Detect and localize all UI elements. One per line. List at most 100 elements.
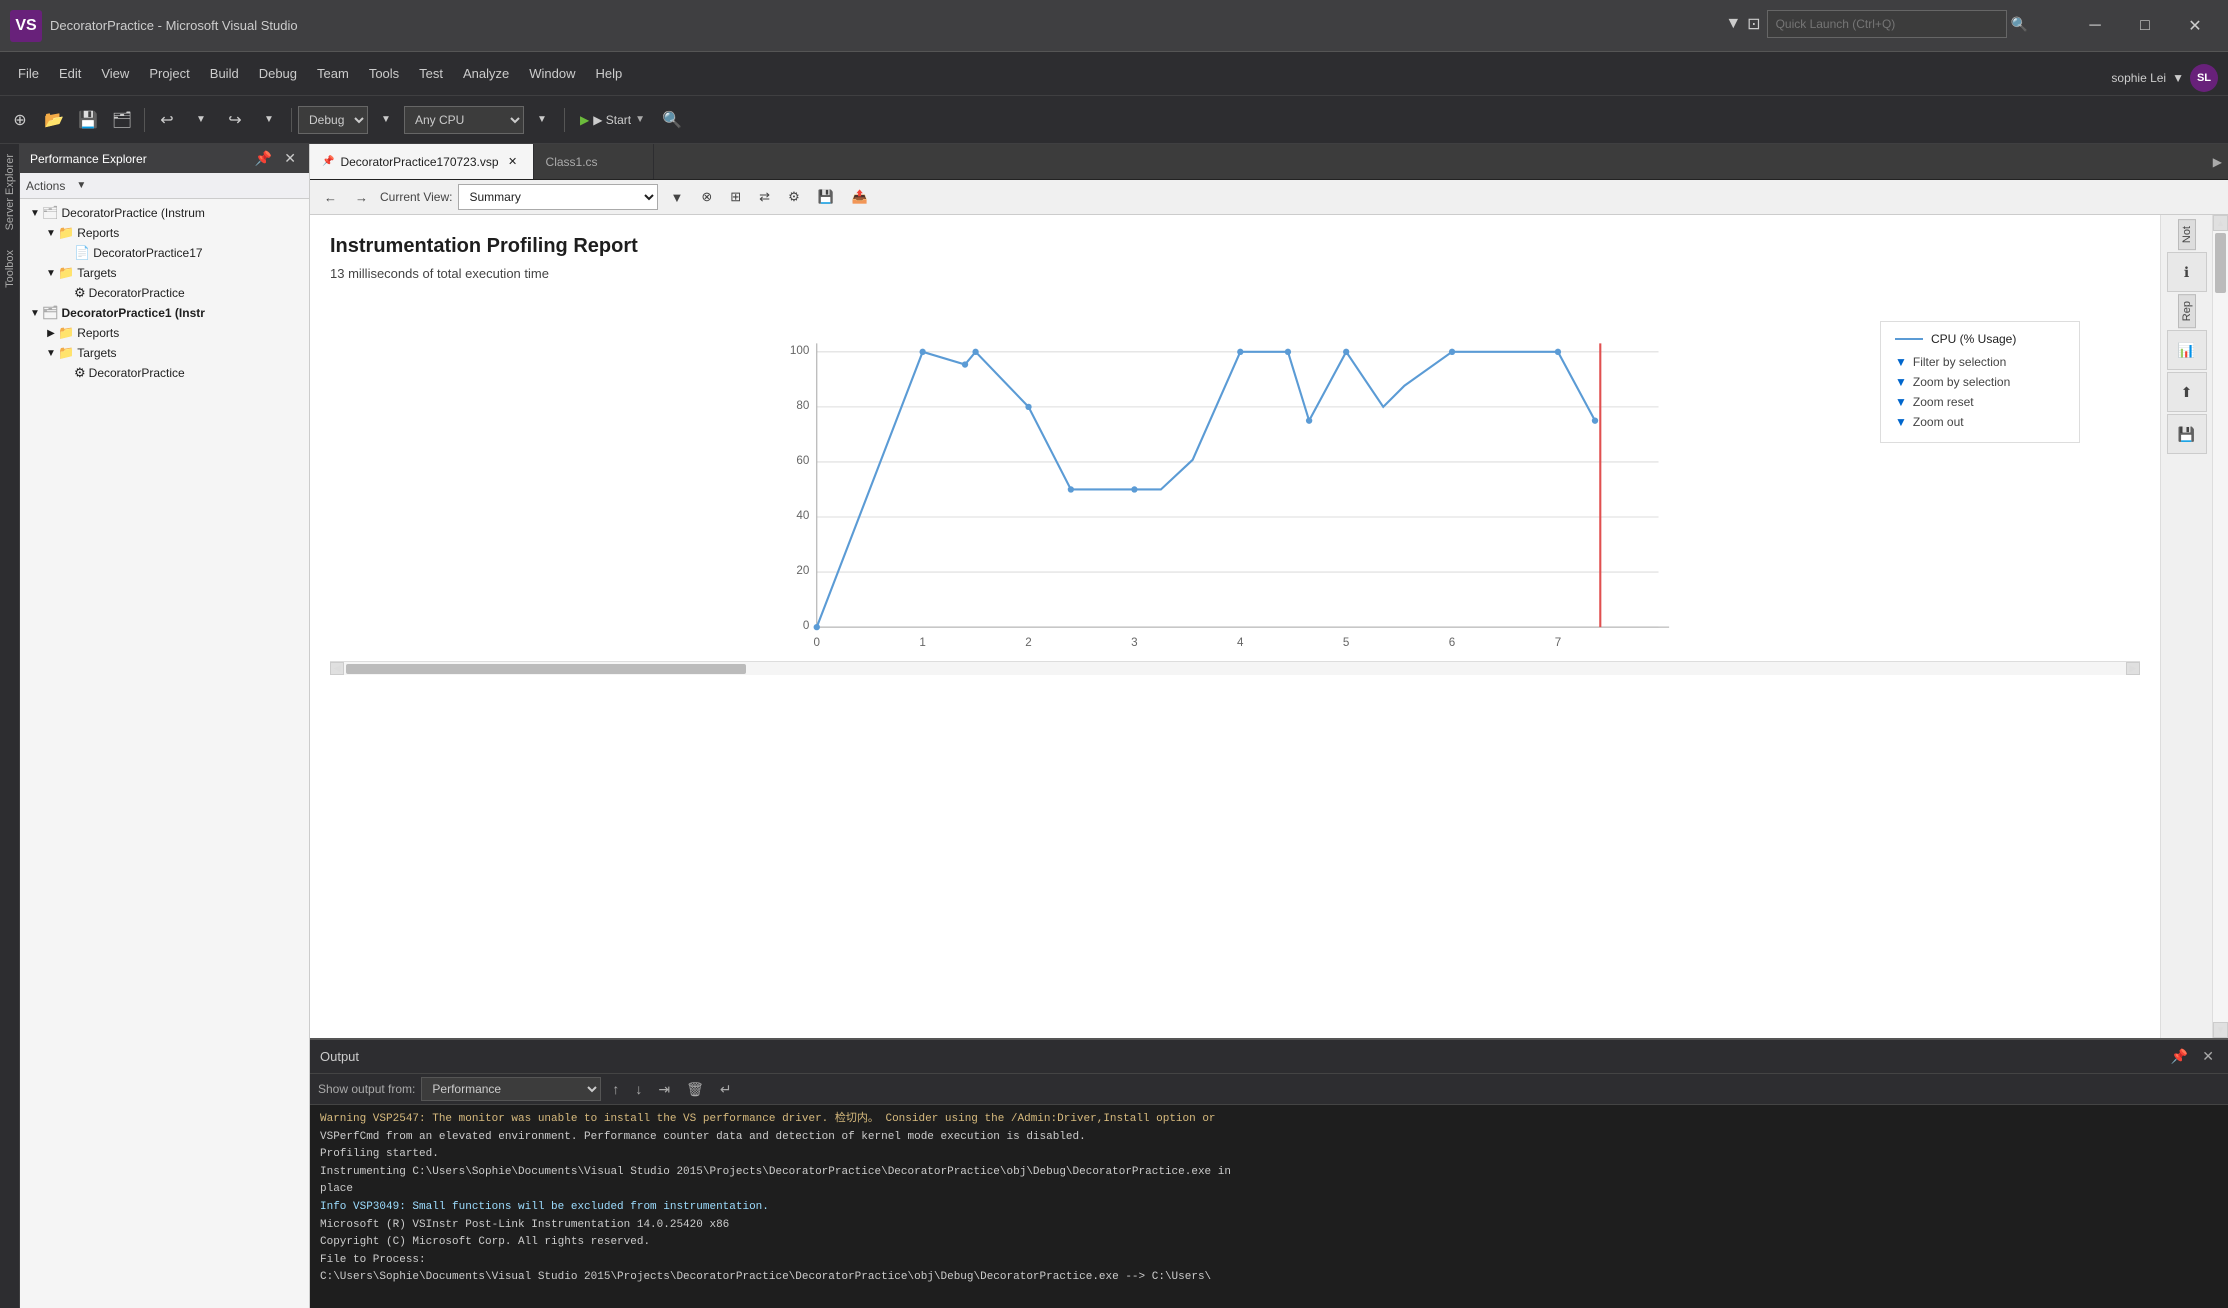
new-project-button[interactable]: ⊕ xyxy=(4,104,36,136)
debug-mode-dropdown[interactable]: ▼ xyxy=(370,104,402,136)
output-panel: Output 📌 ✕ Show output from: Performance… xyxy=(310,1038,2228,1308)
zoom-out-action[interactable]: ▼ Zoom out xyxy=(1895,412,2065,432)
zoom-by-selection-action[interactable]: ▼ Zoom by selection xyxy=(1895,372,2065,392)
report-back-button[interactable]: ← xyxy=(318,186,343,209)
output-source-select[interactable]: Performance Build Debug xyxy=(421,1077,601,1101)
menu-project[interactable]: Project xyxy=(139,60,199,87)
debug-mode-select[interactable]: Debug xyxy=(298,106,368,134)
platform-dropdown[interactable]: ▼ xyxy=(526,104,558,136)
filter-compare-button[interactable]: ⇄ xyxy=(753,185,776,209)
menu-build[interactable]: Build xyxy=(200,60,249,87)
report-forward-button[interactable]: → xyxy=(349,186,374,209)
output-pin-button[interactable]: 📌 xyxy=(2167,1046,2192,1067)
h-scroll-thumb[interactable] xyxy=(346,664,746,674)
perf-explorer-pin-button[interactable]: 📌 xyxy=(252,150,275,167)
menu-tools[interactable]: Tools xyxy=(359,60,409,87)
scroll-up-arrow[interactable]: ▲ xyxy=(2213,215,2228,231)
tab-scroll-right[interactable]: ▶ xyxy=(2207,144,2228,179)
output-close-button[interactable]: ✕ xyxy=(2198,1046,2218,1067)
menu-debug[interactable]: Debug xyxy=(249,60,307,87)
start-button[interactable]: ▶ ▶ Start ▼ xyxy=(571,108,654,132)
expand-icon[interactable]: ▼ xyxy=(28,208,42,219)
tree-item-targets-2[interactable]: ▼ 📁 Targets xyxy=(20,343,309,363)
undo-button[interactable]: ↩ xyxy=(151,104,183,136)
tree-item-decorator-practice-2[interactable]: ▼ 🗂 DecoratorPractice1 (Instr xyxy=(20,303,309,323)
filter-by-selection-action[interactable]: ▼ Filter by selection xyxy=(1895,352,2065,372)
toolbox-tab[interactable]: Toolbox xyxy=(1,240,19,298)
platform-select[interactable]: Any CPU xyxy=(404,106,524,134)
expand-icon[interactable]: ▶ xyxy=(44,328,58,339)
menu-view[interactable]: View xyxy=(91,60,139,87)
actions-dropdown-btn[interactable]: ▼ xyxy=(71,177,91,194)
redo-button[interactable]: ↪ xyxy=(219,104,251,136)
zoom-reset-action[interactable]: ▼ Zoom reset xyxy=(1895,392,2065,412)
performance-explorer-title: Performance Explorer xyxy=(30,152,147,166)
minimize-button[interactable]: ─ xyxy=(2072,10,2118,42)
restore-button[interactable]: □ xyxy=(2122,10,2168,42)
share-panel-btn[interactable]: ⬆ xyxy=(2167,372,2207,412)
chart-legend: CPU (% Usage) ▼ Filter by selection ▼ Zo… xyxy=(1880,321,2080,443)
user-avatar[interactable]: SL xyxy=(2190,64,2218,92)
h-scroll-left-arrow[interactable]: ◀ xyxy=(330,662,344,675)
view-select[interactable]: Summary Call Tree Functions Caller/Calle… xyxy=(458,184,658,210)
main-vertical-scrollbar[interactable]: ▲ ▼ xyxy=(2212,215,2228,1038)
save-button[interactable]: 💾 xyxy=(72,104,104,136)
not-panel-label[interactable]: Not xyxy=(2178,219,2196,250)
tab-vsp[interactable]: 📌 DecoratorPractice170723.vsp ✕ xyxy=(310,144,534,179)
h-scroll-right-arrow[interactable]: ▶ xyxy=(2126,662,2140,675)
tree-item-decorator-practice-1[interactable]: ▼ 🗂 DecoratorPractice (Instrum xyxy=(20,203,309,223)
rep-panel-label[interactable]: Rep xyxy=(2178,294,2196,328)
performance-icon-button[interactable]: 🔍 xyxy=(656,104,688,136)
tree-item-targets-1[interactable]: ▼ 📁 Targets xyxy=(20,263,309,283)
output-wrap-btn[interactable]: ↵ xyxy=(715,1078,737,1101)
menu-help[interactable]: Help xyxy=(586,60,633,87)
quick-launch-input[interactable] xyxy=(1767,10,2007,38)
report-toolbar: ← → Current View: Summary Call Tree Func… xyxy=(310,180,2228,215)
tree-item-target-file-2[interactable]: ⚙ DecoratorPractice xyxy=(20,363,309,383)
expand-icon[interactable]: ▼ xyxy=(28,308,42,319)
output-clear-btn[interactable]: 🗑 xyxy=(681,1078,709,1101)
scroll-track[interactable] xyxy=(2213,231,2228,1022)
perf-explorer-close-button[interactable]: ✕ xyxy=(281,150,299,167)
output-move-down-btn[interactable]: ↓ xyxy=(630,1078,647,1100)
tree-item-label: DecoratorPractice xyxy=(89,366,185,380)
save-report-button[interactable]: 💾 xyxy=(812,185,840,209)
tree-item-reports-1[interactable]: ▼ 📁 Reports xyxy=(20,223,309,243)
redo-dropdown[interactable]: ▼ xyxy=(253,104,285,136)
chart-horizontal-scrollbar[interactable]: ◀ ▶ xyxy=(330,661,2140,675)
filter-options-button[interactable]: ⊞ xyxy=(724,185,747,209)
output-indent-btn[interactable]: ⇥ xyxy=(653,1078,675,1101)
save-panel-btn[interactable]: 💾 xyxy=(2167,414,2207,454)
tree-item-reports-2[interactable]: ▶ 📁 Reports xyxy=(20,323,309,343)
expand-icon[interactable]: ▼ xyxy=(44,228,58,239)
menu-window[interactable]: Window xyxy=(519,60,585,87)
perf-explorer-toolbar: Actions ▼ xyxy=(20,173,309,199)
report-export-btn[interactable]: 📊 xyxy=(2167,330,2207,370)
filter-remove-button[interactable]: ⊗ xyxy=(695,185,718,209)
menu-analyze[interactable]: Analyze xyxy=(453,60,519,87)
expand-icon[interactable]: ▼ xyxy=(44,348,58,359)
scroll-down-arrow[interactable]: ▼ xyxy=(2213,1022,2228,1038)
expand-icon[interactable]: ▼ xyxy=(44,268,58,279)
tree-item-target-file-1[interactable]: ⚙ DecoratorPractice xyxy=(20,283,309,303)
tab-close-vsp[interactable]: ✕ xyxy=(505,154,521,170)
output-move-up-btn[interactable]: ↑ xyxy=(607,1078,624,1100)
menu-test[interactable]: Test xyxy=(409,60,453,87)
close-button[interactable]: ✕ xyxy=(2172,10,2218,42)
menu-file[interactable]: File xyxy=(8,60,49,87)
tab-class1[interactable]: Class1.cs xyxy=(534,144,654,179)
filter-icon-button[interactable]: ▼ xyxy=(664,186,689,209)
undo-dropdown[interactable]: ▼ xyxy=(185,104,217,136)
open-file-button[interactable]: 📂 xyxy=(38,104,70,136)
h-scroll-track[interactable] xyxy=(344,662,2126,675)
scroll-thumb[interactable] xyxy=(2215,233,2226,293)
info-panel-btn[interactable]: ℹ xyxy=(2167,252,2207,292)
tree-item-report-file[interactable]: 📄 DecoratorPractice17 xyxy=(20,243,309,263)
export-report-button[interactable]: 📤 xyxy=(846,185,874,209)
menu-team[interactable]: Team xyxy=(307,60,359,87)
window-controls: ─ □ ✕ xyxy=(2072,10,2218,42)
menu-edit[interactable]: Edit xyxy=(49,60,91,87)
save-all-button[interactable]: 🗂 xyxy=(106,104,138,136)
server-explorer-tab[interactable]: Server Explorer xyxy=(1,144,19,240)
filter-settings-button[interactable]: ⚙ xyxy=(782,185,806,209)
